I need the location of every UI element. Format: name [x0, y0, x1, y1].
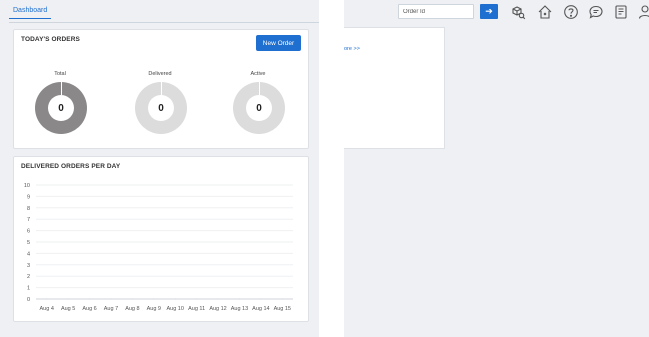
x-tick-label: Aug 14 — [252, 306, 269, 312]
donut-tick — [160, 82, 162, 95]
data-point — [281, 298, 283, 300]
delivered-orders-chart: 0 1 2 3 4 5 6 7 8 9 10 Aug 4 Aug 5 Aug 6 Aug 7 Aug 8 Aug… — [24, 183, 293, 312]
data-point — [217, 298, 219, 300]
data-point — [88, 298, 91, 300]
y-tick-label: 10 — [24, 183, 30, 189]
donut-label-total: Total — [54, 71, 66, 77]
data-point — [46, 298, 48, 300]
donut-delivered: 0 — [135, 82, 187, 134]
data-point — [174, 298, 176, 300]
x-tick-label: Aug 5 — [61, 306, 75, 312]
home-delivery-icon[interactable] — [537, 4, 553, 20]
y-tick-label: 8 — [27, 206, 30, 212]
y-tick-label: 2 — [27, 274, 30, 280]
data-point — [67, 298, 69, 300]
y-tick-label: 3 — [27, 263, 30, 269]
donut-tick — [60, 82, 62, 95]
help-icon[interactable] — [563, 4, 579, 20]
search-go-button[interactable]: ➔ — [480, 4, 498, 19]
x-tick-label: Aug 7 — [104, 306, 118, 312]
x-tick-label: Aug 4 — [40, 306, 54, 312]
tab-dashboard[interactable]: Dashboard — [9, 7, 52, 19]
donut-total: 0 — [35, 82, 87, 134]
x-tick-label: Aug 11 — [188, 306, 205, 312]
divider-strip — [319, 0, 344, 337]
delivered-orders-card: DELIVERED ORDERS PER DAY 0 1 2 3 4 5 6 7 8 9 10 Aug… — [13, 156, 309, 322]
dashboard-panel: Dashboard TODAY'S ORDERS New Order Total… — [0, 0, 319, 337]
x-tick-label: Aug 9 — [147, 306, 161, 312]
todays-orders-title: TODAY'S ORDERS — [21, 36, 80, 43]
arrow-right-icon: ➔ — [485, 6, 493, 16]
donut-tick — [258, 82, 260, 95]
data-point — [131, 298, 133, 300]
todays-orders-card: TODAY'S ORDERS New Order Total 0 Deliver… — [13, 29, 309, 149]
x-tick-label: Aug 12 — [209, 306, 226, 312]
donut-delivered-value: 0 — [148, 95, 174, 121]
x-tick-label: Aug 13 — [231, 306, 248, 312]
more-link[interactable]: ore >> — [344, 46, 360, 52]
info-popover: ore >> — [344, 27, 445, 149]
donut-active-value: 0 — [246, 95, 272, 121]
y-tick-label: 6 — [27, 229, 30, 235]
data-point — [260, 298, 262, 300]
data-point — [110, 298, 112, 300]
y-tick-label: 0 — [27, 297, 30, 303]
x-tick-label: Aug 6 — [82, 306, 96, 312]
donut-active: 0 — [233, 82, 285, 134]
data-point — [238, 298, 241, 300]
x-tick-label: Aug 15 — [274, 306, 291, 312]
donut-total-value: 0 — [48, 95, 74, 121]
tab-divider — [9, 22, 319, 23]
order-id-search-input[interactable] — [398, 4, 474, 19]
chat-icon[interactable] — [588, 4, 604, 20]
y-tick-label: 5 — [27, 240, 30, 246]
y-tick-label: 7 — [27, 217, 30, 223]
data-point — [153, 298, 155, 300]
x-tick-label: Aug 10 — [166, 306, 183, 312]
new-order-button[interactable]: New Order — [256, 35, 301, 51]
y-tick-label: 1 — [27, 286, 30, 292]
y-tick-label: 9 — [27, 194, 30, 200]
y-tick-label: 4 — [27, 251, 30, 257]
data-point — [196, 298, 198, 300]
report-icon[interactable] — [613, 4, 629, 20]
user-icon[interactable] — [637, 4, 649, 20]
package-search-icon[interactable] — [510, 4, 526, 20]
x-tick-label: Aug 8 — [125, 306, 139, 312]
donut-label-active: Active — [250, 71, 266, 77]
donut-label-delivered: Delivered — [148, 71, 172, 77]
